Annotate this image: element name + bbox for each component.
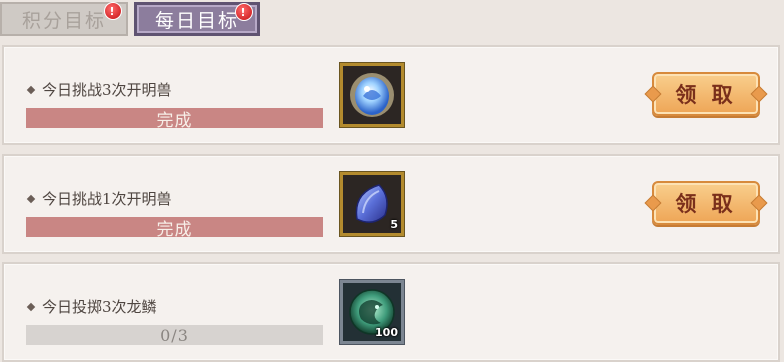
progress-bar: 0/3	[26, 325, 323, 345]
progress-text: 完成	[156, 110, 193, 129]
task-title: 今日挑战1次开明兽	[26, 188, 172, 209]
diamond-bullet-icon	[26, 302, 36, 311]
task-title: 今日投掷3次龙鳞	[26, 296, 157, 317]
progress-bar: 完成	[26, 217, 323, 237]
progress-bar: 完成	[26, 108, 323, 128]
claim-button[interactable]: 领 取	[652, 72, 760, 116]
task-title-text: 今日投掷3次龙鳞	[42, 298, 157, 316]
item-quantity: 100	[375, 326, 398, 339]
diamond-bullet-icon	[26, 85, 36, 94]
task-row: 今日投掷3次龙鳞 0/3 100	[2, 262, 780, 362]
jade-dragon-token-icon[interactable]: 100	[340, 280, 404, 344]
notification-badge-icon: !	[235, 3, 253, 21]
item-quantity: 5	[390, 218, 398, 231]
tab-label: 每日目标	[154, 9, 239, 32]
task-row: 今日挑战1次开明兽 完成 5 领 取	[2, 154, 780, 254]
tab-bar: 积分目标 ! 每日目标 !	[0, 0, 784, 42]
task-title: 今日挑战3次开明兽	[26, 79, 172, 100]
blue-crystal-orb-icon[interactable]	[340, 63, 404, 127]
blue-scale-gem-icon[interactable]: 5	[340, 172, 404, 236]
diamond-bullet-icon	[26, 194, 36, 203]
task-row: 今日挑战3次开明兽 完成 领 取	[2, 45, 780, 145]
task-title-text: 今日挑战3次开明兽	[42, 81, 172, 99]
task-title-text: 今日挑战1次开明兽	[42, 190, 172, 208]
notification-badge-icon: !	[104, 2, 122, 20]
tab-daily-goal[interactable]: 每日目标 !	[134, 2, 260, 36]
progress-text: 0/3	[160, 325, 189, 345]
claim-button[interactable]: 领 取	[652, 181, 760, 225]
tab-label: 积分目标	[21, 9, 106, 32]
progress-text: 完成	[156, 219, 193, 238]
tab-points-goal[interactable]: 积分目标 !	[0, 2, 128, 36]
